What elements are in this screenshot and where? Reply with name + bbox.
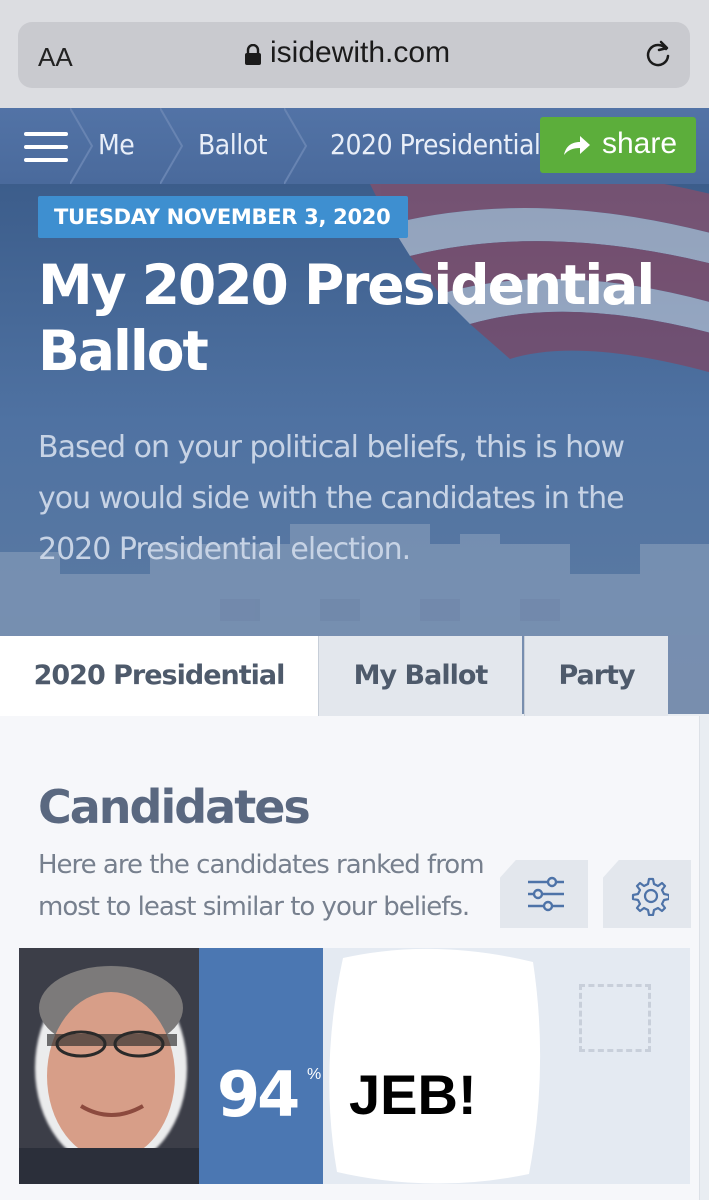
url-text: isidewith.com xyxy=(270,36,451,69)
menu-icon[interactable] xyxy=(24,132,68,162)
tab-label: 2020 Presidential xyxy=(33,660,286,691)
reload-icon[interactable] xyxy=(642,38,674,70)
text-size-label: AA xyxy=(38,42,73,72)
share-label: share xyxy=(602,127,678,160)
candidates-section: Candidates Here are the candidates ranke… xyxy=(0,716,700,1200)
candidate-photo xyxy=(19,948,199,1184)
address-bar[interactable]: AA isidewith.com xyxy=(18,22,690,88)
page-subtitle: Based on your political beliefs, this is… xyxy=(38,430,625,567)
filter-button[interactable] xyxy=(500,860,588,928)
breadcrumb-ballot[interactable]: Ballot xyxy=(198,128,268,161)
breadcrumb-separator-icon xyxy=(160,108,184,184)
stamp-icon xyxy=(579,984,651,1052)
candidate-name: JEB! xyxy=(349,1063,477,1126)
tab-label: Party xyxy=(558,660,635,691)
breadcrumb-me[interactable]: Me xyxy=(98,128,135,161)
section-description: Here are the candidates ranked from most… xyxy=(38,850,485,922)
share-button[interactable]: share xyxy=(540,117,696,173)
candidate-card[interactable]: 94 % JEB! xyxy=(19,948,690,1184)
tab-my-ballot[interactable]: My Ballot xyxy=(318,636,522,716)
tab-party[interactable]: Party xyxy=(524,636,668,716)
lock-icon xyxy=(245,44,261,65)
settings-button[interactable] xyxy=(603,860,691,928)
browser-toolbar: AA isidewith.com xyxy=(0,0,709,108)
hero-banner: TUESDAY NOVEMBER 3, 2020 My 2020 Preside… xyxy=(0,184,709,714)
breadcrumb-separator-icon xyxy=(70,108,94,184)
sliders-icon xyxy=(528,876,564,912)
page-title: My 2020 Presidential Ballot xyxy=(38,253,655,383)
gear-icon xyxy=(631,877,669,916)
tab-bar: 2020 Presidential My Ballot Party xyxy=(0,636,709,716)
percent-sign: % xyxy=(307,1066,322,1083)
share-arrow-icon xyxy=(564,136,590,155)
election-date-badge[interactable]: TUESDAY NOVEMBER 3, 2020 xyxy=(38,196,409,238)
breadcrumb-2020-presidential[interactable]: 2020 Presidential xyxy=(330,128,541,161)
breadcrumb-separator-icon xyxy=(284,108,308,184)
section-heading: Candidates xyxy=(38,780,311,834)
tab-2020-presidential[interactable]: 2020 Presidential xyxy=(0,636,318,716)
match-percent: 94 xyxy=(217,1058,300,1131)
text-size-button[interactable]: AA xyxy=(38,42,73,73)
tab-label: My Ballot xyxy=(353,660,489,691)
